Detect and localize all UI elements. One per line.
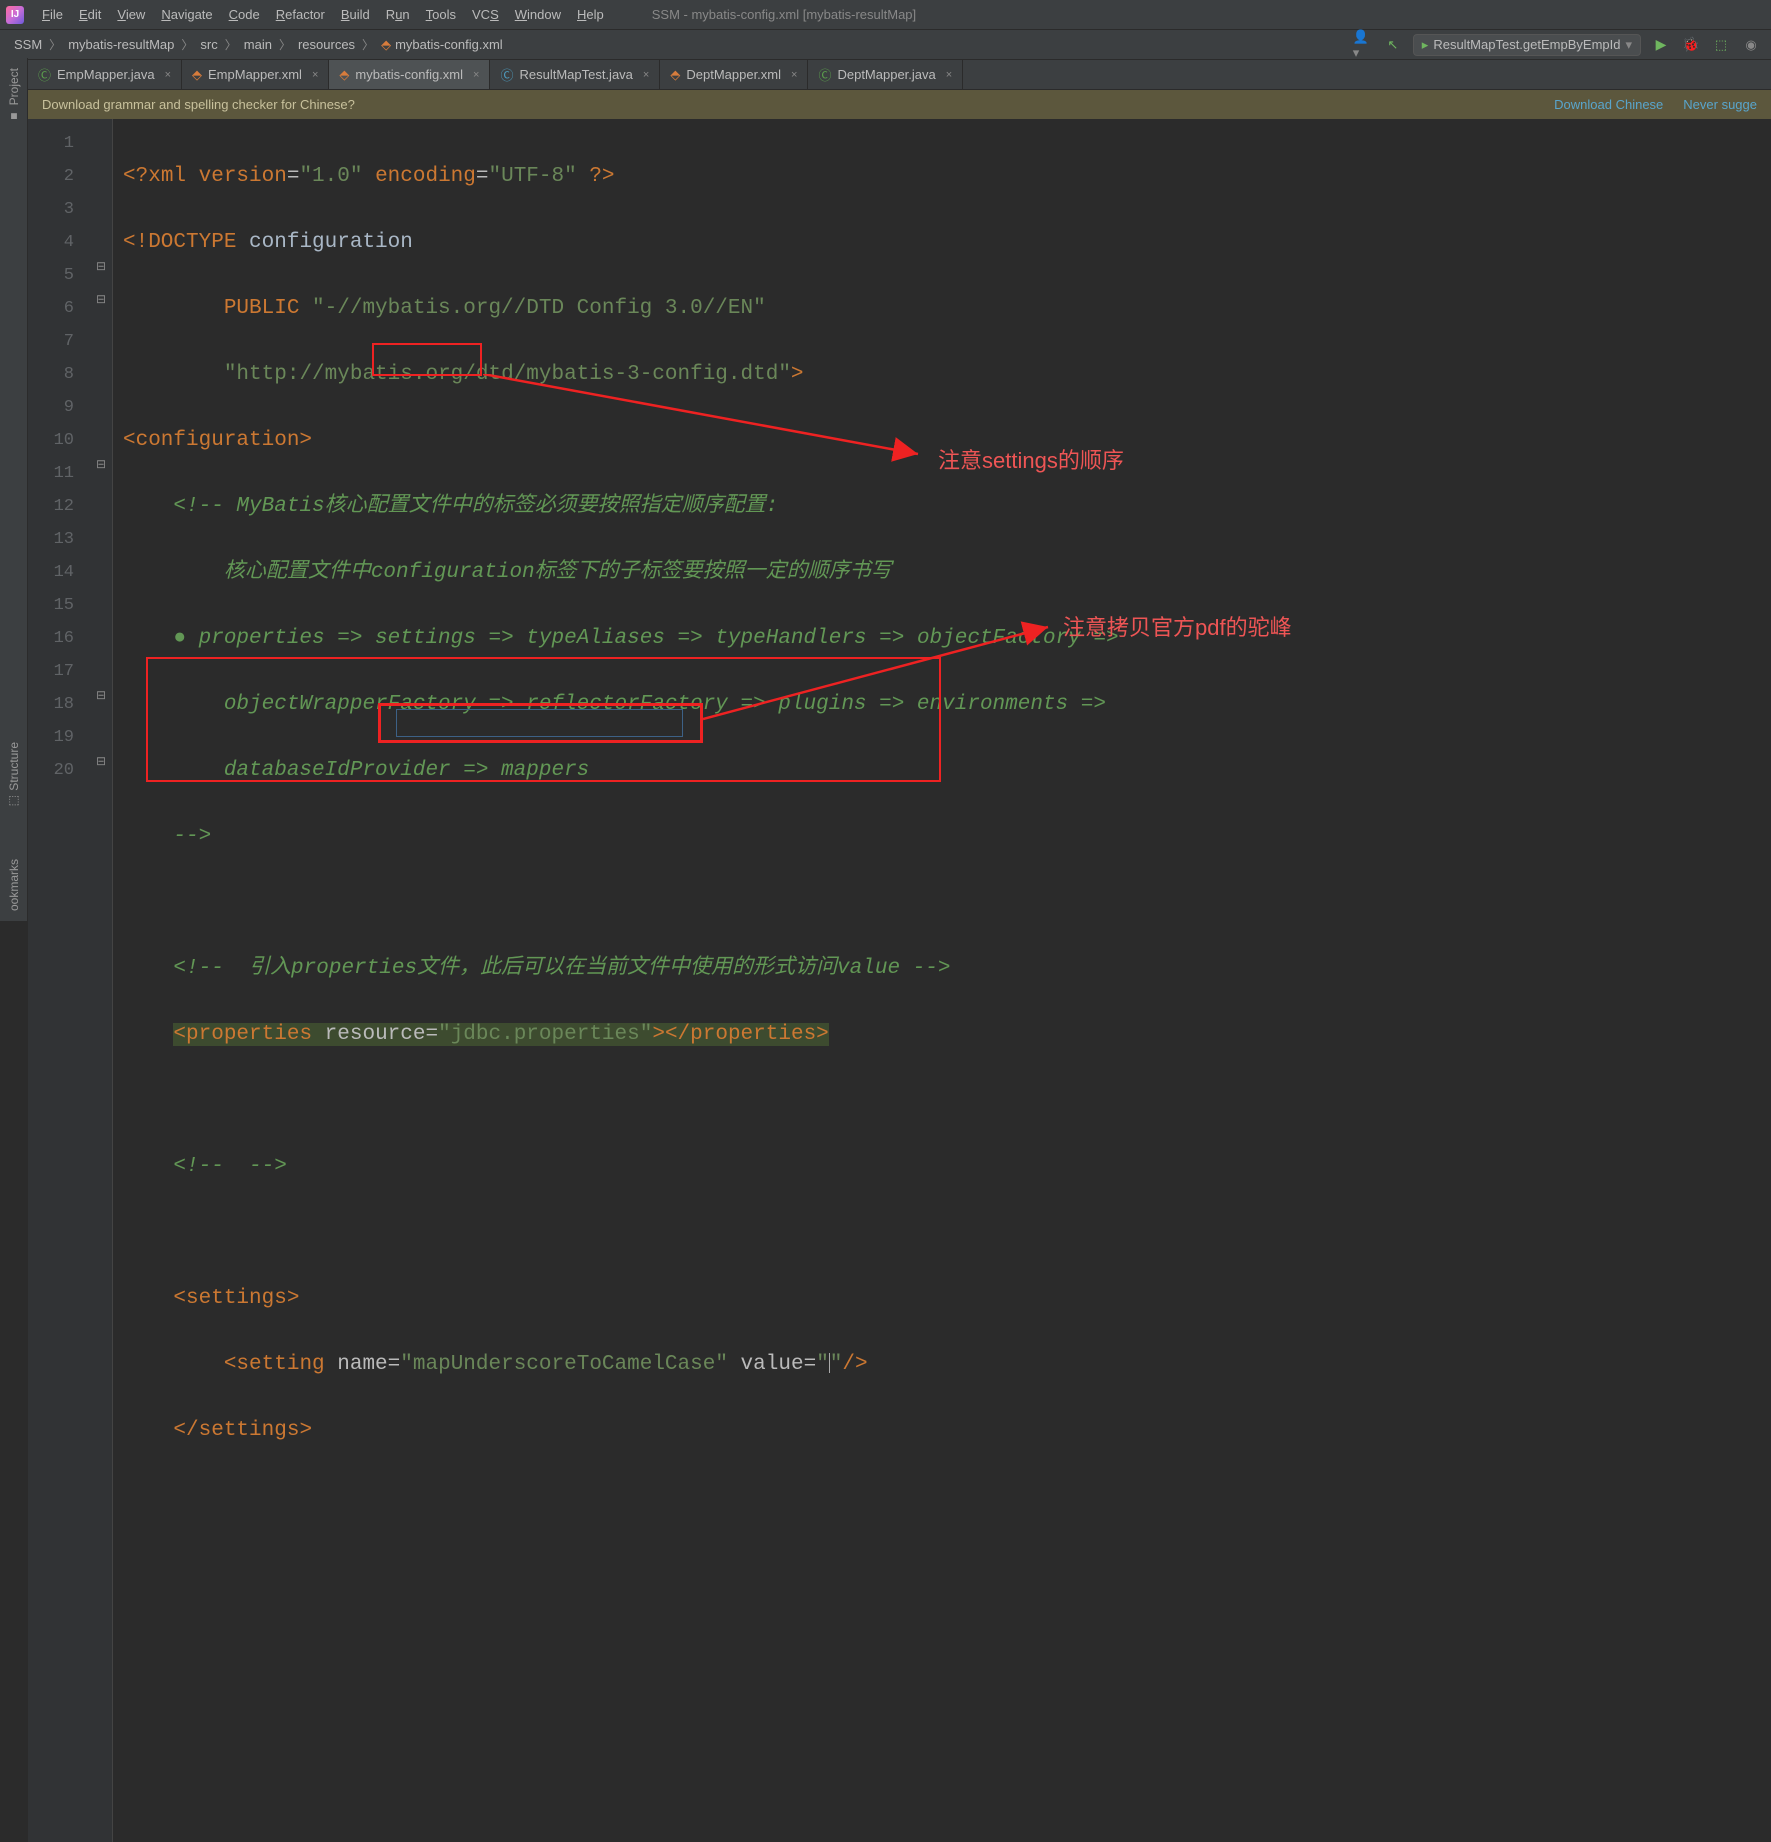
menubar: IJ File Edit View Navigate Code Refactor… [0, 0, 1771, 30]
editor[interactable]: 1 2 3 4 5 6 7 8 9 10 11 12 13 14 15 16 1… [28, 119, 1771, 1842]
line-number: 14 [28, 556, 112, 589]
chevron-right-icon: 〉 [49, 36, 61, 53]
coverage-button[interactable]: ⬚ [1711, 35, 1731, 55]
project-tool-button[interactable]: ■Project [7, 68, 21, 123]
fold-toggle-icon[interactable]: ⊟ [96, 457, 106, 471]
menu-help[interactable]: Help [569, 3, 612, 26]
chevron-right-icon: 〉 [362, 36, 374, 53]
user-icon[interactable]: 👤▾ [1353, 35, 1373, 55]
run-configuration-dropdown[interactable]: ▸ ResultMapTest.getEmpByEmpId ▾ [1413, 34, 1641, 56]
breadcrumbs: SSM〉 mybatis-resultMap〉 src〉 main〉 resou… [10, 35, 507, 55]
tab-deptmapper-java[interactable]: ⒸDeptMapper.java× [808, 60, 963, 89]
editor-tabs: ⒸEmpMapper.java× ⬘EmpMapper.xml× ⬘mybati… [28, 60, 1771, 90]
line-number: 9 [28, 391, 112, 424]
line-number: 8 [28, 358, 112, 391]
close-icon[interactable]: × [312, 69, 318, 81]
app-icon: IJ [6, 6, 24, 24]
run-config-label: ResultMapTest.getEmpByEmpId [1433, 37, 1620, 52]
breadcrumb-item[interactable]: main [240, 35, 276, 54]
debug-button[interactable]: 🐞 [1681, 35, 1701, 55]
line-number: 17 [28, 655, 112, 688]
never-suggest-link[interactable]: Never sugge [1683, 97, 1757, 112]
line-number: 3 [28, 193, 112, 226]
close-icon[interactable]: × [791, 69, 797, 81]
line-number: 12 [28, 490, 112, 523]
chevron-right-icon: 〉 [279, 36, 291, 53]
close-icon[interactable]: × [643, 69, 649, 81]
close-icon[interactable]: × [946, 69, 952, 81]
menu-file[interactable]: File [34, 3, 71, 26]
menu-refactor[interactable]: Refactor [268, 3, 333, 26]
line-number: 7 [28, 325, 112, 358]
menu-code[interactable]: Code [221, 3, 268, 26]
fold-toggle-icon[interactable]: ⊟ [96, 688, 106, 702]
menu-build[interactable]: Build [333, 3, 378, 26]
line-number: 15 [28, 589, 112, 622]
breadcrumb-item[interactable]: SSM [10, 35, 46, 54]
breadcrumb-item[interactable]: mybatis-resultMap [64, 35, 178, 54]
line-number: 19 [28, 721, 112, 754]
tab-deptmapper-xml[interactable]: ⬘DeptMapper.xml× [660, 60, 808, 89]
left-toolwindow-strip: ■Project ⬚Structure ookmarks [0, 58, 28, 921]
gutter: 1 2 3 4 5 6 7 8 9 10 11 12 13 14 15 16 1… [28, 119, 113, 1842]
line-number: 1 [28, 127, 112, 160]
structure-tool-button[interactable]: ⬚Structure [7, 742, 21, 809]
line-number: 16 [28, 622, 112, 655]
run-button[interactable]: ▶ [1651, 35, 1671, 55]
menu-view[interactable]: View [109, 3, 153, 26]
tab-resultmaptest-java[interactable]: ⒸResultMapTest.java× [490, 60, 660, 89]
close-icon[interactable]: × [165, 69, 171, 81]
tab-empmapper-xml[interactable]: ⬘EmpMapper.xml× [182, 60, 329, 89]
menu-navigate[interactable]: Navigate [153, 3, 220, 26]
fold-toggle-icon[interactable]: ⊟ [96, 259, 106, 273]
line-number: 4 [28, 226, 112, 259]
chevron-right-icon: 〉 [181, 36, 193, 53]
notification-bar: Download grammar and spelling checker fo… [28, 90, 1771, 119]
tab-empmapper-java[interactable]: ⒸEmpMapper.java× [28, 60, 182, 89]
fold-toggle-icon[interactable]: ⊟ [96, 754, 106, 768]
menu-run[interactable]: Run [378, 3, 418, 26]
breadcrumb-item[interactable]: ⬘ mybatis-config.xml [377, 35, 507, 55]
fold-toggle-icon[interactable]: ⊟ [96, 292, 106, 306]
menu-vcs[interactable]: VCS [464, 3, 507, 26]
bookmarks-tool-button[interactable]: ookmarks [7, 859, 21, 911]
menu-window[interactable]: Window [507, 3, 569, 26]
window-title: SSM - mybatis-config.xml [mybatis-result… [652, 7, 916, 22]
back-icon[interactable]: ↖ [1383, 35, 1403, 55]
navbar: SSM〉 mybatis-resultMap〉 src〉 main〉 resou… [0, 30, 1771, 60]
tab-mybatis-config-xml[interactable]: ⬘mybatis-config.xml× [329, 60, 490, 89]
navbar-right: 👤▾ ↖ ▸ ResultMapTest.getEmpByEmpId ▾ ▶ 🐞… [1353, 34, 1761, 56]
menu-tools[interactable]: Tools [418, 3, 464, 26]
breadcrumb-item[interactable]: src [196, 35, 221, 54]
menu-edit[interactable]: Edit [71, 3, 109, 26]
notification-message: Download grammar and spelling checker fo… [42, 97, 355, 112]
close-icon[interactable]: × [473, 69, 479, 81]
line-number: 10 [28, 424, 112, 457]
line-number: 2 [28, 160, 112, 193]
chevron-right-icon: 〉 [225, 36, 237, 53]
line-number: 13 [28, 523, 112, 556]
download-chinese-link[interactable]: Download Chinese [1554, 97, 1663, 112]
profile-button[interactable]: ◉ [1741, 35, 1761, 55]
breadcrumb-item[interactable]: resources [294, 35, 359, 54]
code-content[interactable]: <?xml version="1.0" encoding="UTF-8" ?> … [113, 119, 1771, 1842]
